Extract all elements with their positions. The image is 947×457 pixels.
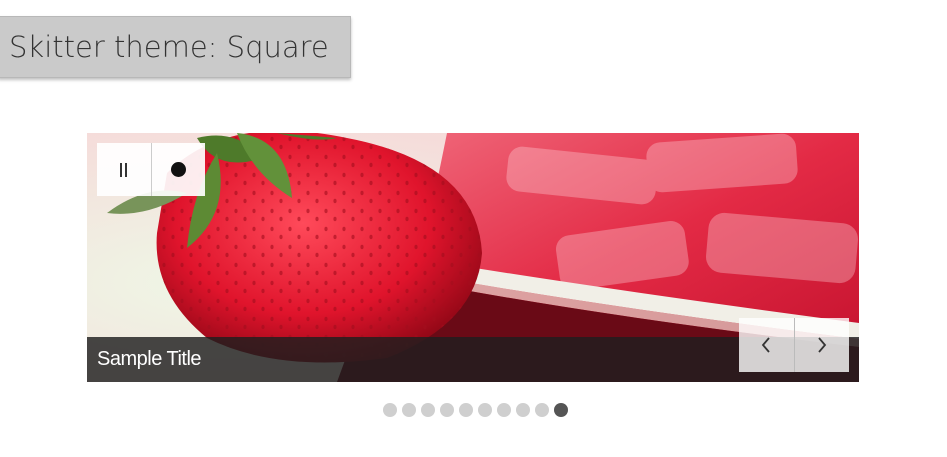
- pagination-dot[interactable]: [497, 403, 511, 417]
- slider-controls: [97, 143, 205, 196]
- slide-caption-title: Sample Title: [97, 348, 202, 370]
- pagination-dot[interactable]: [535, 403, 549, 417]
- pagination-dot-active[interactable]: [554, 403, 568, 417]
- pagination-dot[interactable]: [478, 403, 492, 417]
- pagination-dot[interactable]: [383, 403, 397, 417]
- dot-icon: [171, 162, 186, 177]
- pause-icon: [120, 163, 128, 177]
- chevron-left-icon: [761, 337, 770, 353]
- pagination-dot[interactable]: [440, 403, 454, 417]
- pagination-dot[interactable]: [402, 403, 416, 417]
- image-slider[interactable]: Sample Title: [87, 133, 859, 382]
- chevron-right-icon: [818, 337, 827, 353]
- pause-button[interactable]: [97, 143, 151, 196]
- page-title: Skitter theme: Square: [9, 30, 329, 64]
- pagination-dot[interactable]: [421, 403, 435, 417]
- next-button[interactable]: [794, 318, 849, 372]
- focus-button[interactable]: [151, 143, 205, 196]
- slider-navigation: [739, 318, 849, 372]
- page-title-box: Skitter theme: Square: [0, 16, 351, 78]
- prev-button[interactable]: [739, 318, 794, 372]
- pagination-dot[interactable]: [459, 403, 473, 417]
- slider-pagination: [383, 403, 573, 417]
- pagination-dot[interactable]: [516, 403, 530, 417]
